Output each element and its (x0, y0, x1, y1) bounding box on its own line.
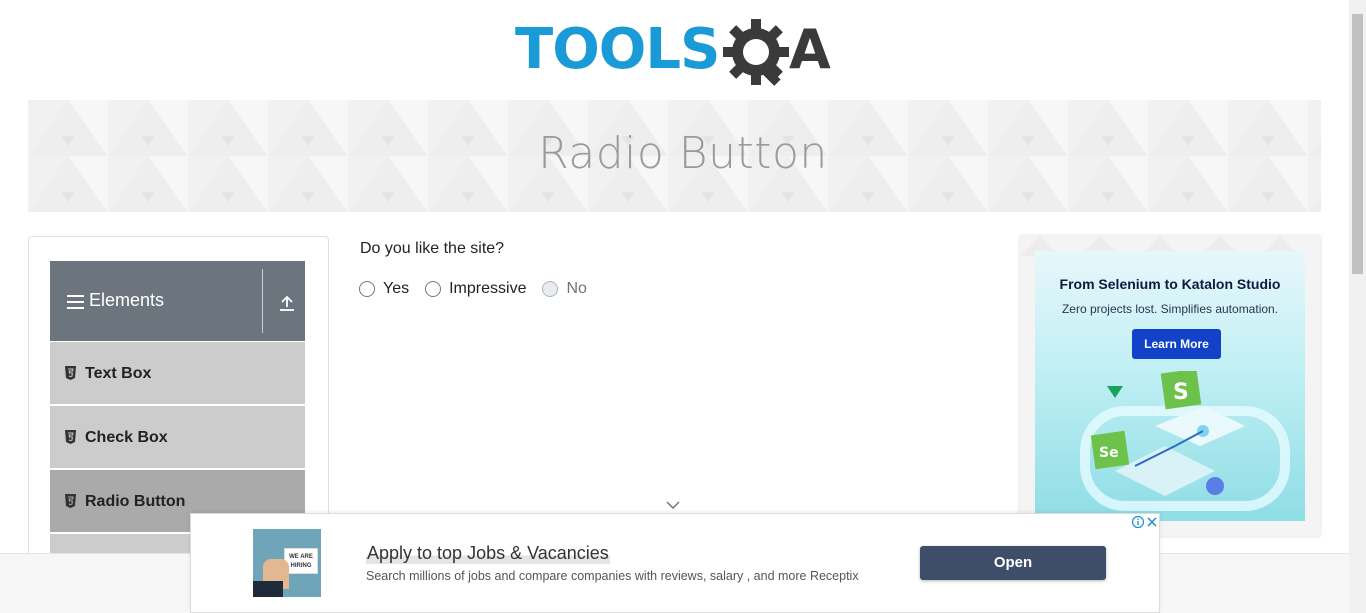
radio-group: Yes Impressive No (359, 279, 603, 299)
menu-icon (67, 295, 84, 310)
header-divider (262, 269, 263, 333)
sidebar-item-label: Check Box (85, 429, 168, 446)
page: TOOLS A Radio Button Elements Text Box C… (0, 0, 1366, 613)
bottom-ad-banner[interactable]: WE ARE HIRING Apply to top Jobs & Vacanc… (190, 513, 1160, 613)
ad-description: Search millions of jobs and compare comp… (366, 569, 859, 583)
logo-text: TOOLS (515, 17, 719, 82)
ad-title: From Selenium to Katalon Studio (1059, 276, 1281, 292)
hiring-card-text: WE ARE HIRING (289, 554, 313, 569)
ad-headline[interactable]: Apply to top Jobs & Vacancies (366, 543, 610, 564)
collapse-upload-icon[interactable] (278, 294, 296, 312)
ad-creative[interactable]: From Selenium to Katalon Studio Zero pro… (1035, 251, 1305, 521)
radio-impressive-label[interactable]: Impressive (449, 280, 526, 298)
ad-illustration: S Se (1080, 371, 1290, 511)
radio-impressive-input[interactable] (425, 281, 442, 297)
ad-thumbnail: WE ARE HIRING (253, 529, 321, 597)
sidebar-item-check-box[interactable]: Check Box (50, 406, 305, 469)
radio-yes-label[interactable]: Yes (383, 280, 409, 298)
sidebar-ad[interactable]: From Selenium to Katalon Studio Zero pro… (1020, 236, 1320, 536)
svg-text:S: S (1173, 380, 1189, 405)
scrollbar-thumb[interactable] (1352, 14, 1363, 274)
radio-no-input (542, 281, 559, 297)
radio-impressive[interactable]: Impressive (425, 280, 526, 298)
chevron-down-icon[interactable] (666, 500, 680, 510)
radio-question: Do you like the site? (360, 240, 505, 257)
ad-subtitle: Zero projects lost. Simplifies automatio… (1061, 302, 1279, 316)
html5-icon (65, 366, 76, 380)
radio-no: No (542, 280, 587, 298)
sidebar-item-text-box[interactable]: Text Box (50, 342, 305, 405)
radio-yes[interactable]: Yes (359, 280, 409, 298)
toolsqa-logo[interactable]: TOOLS A (515, 14, 839, 92)
html5-icon (65, 430, 76, 444)
page-title: Radio Button (538, 128, 828, 179)
radio-yes-input[interactable] (359, 281, 375, 297)
sidebar-item-label: Radio Button (85, 493, 186, 510)
svg-text:Se: Se (1099, 445, 1119, 461)
sidebar-group-title: Elements (89, 290, 165, 310)
html5-icon (65, 494, 76, 508)
radio-no-label: No (566, 280, 587, 297)
sleeve-illustration (253, 581, 283, 597)
sidebar-item-label: Text Box (85, 365, 152, 382)
gear-icon (723, 19, 789, 86)
logo-text-a: A (789, 18, 831, 81)
adchoices-icon[interactable] (1131, 515, 1159, 529)
hiring-card: WE ARE HIRING (284, 548, 318, 574)
vertical-scrollbar[interactable] (1349, 0, 1366, 613)
open-button[interactable]: Open (920, 546, 1106, 580)
learn-more-button[interactable]: Learn More (1132, 329, 1221, 359)
